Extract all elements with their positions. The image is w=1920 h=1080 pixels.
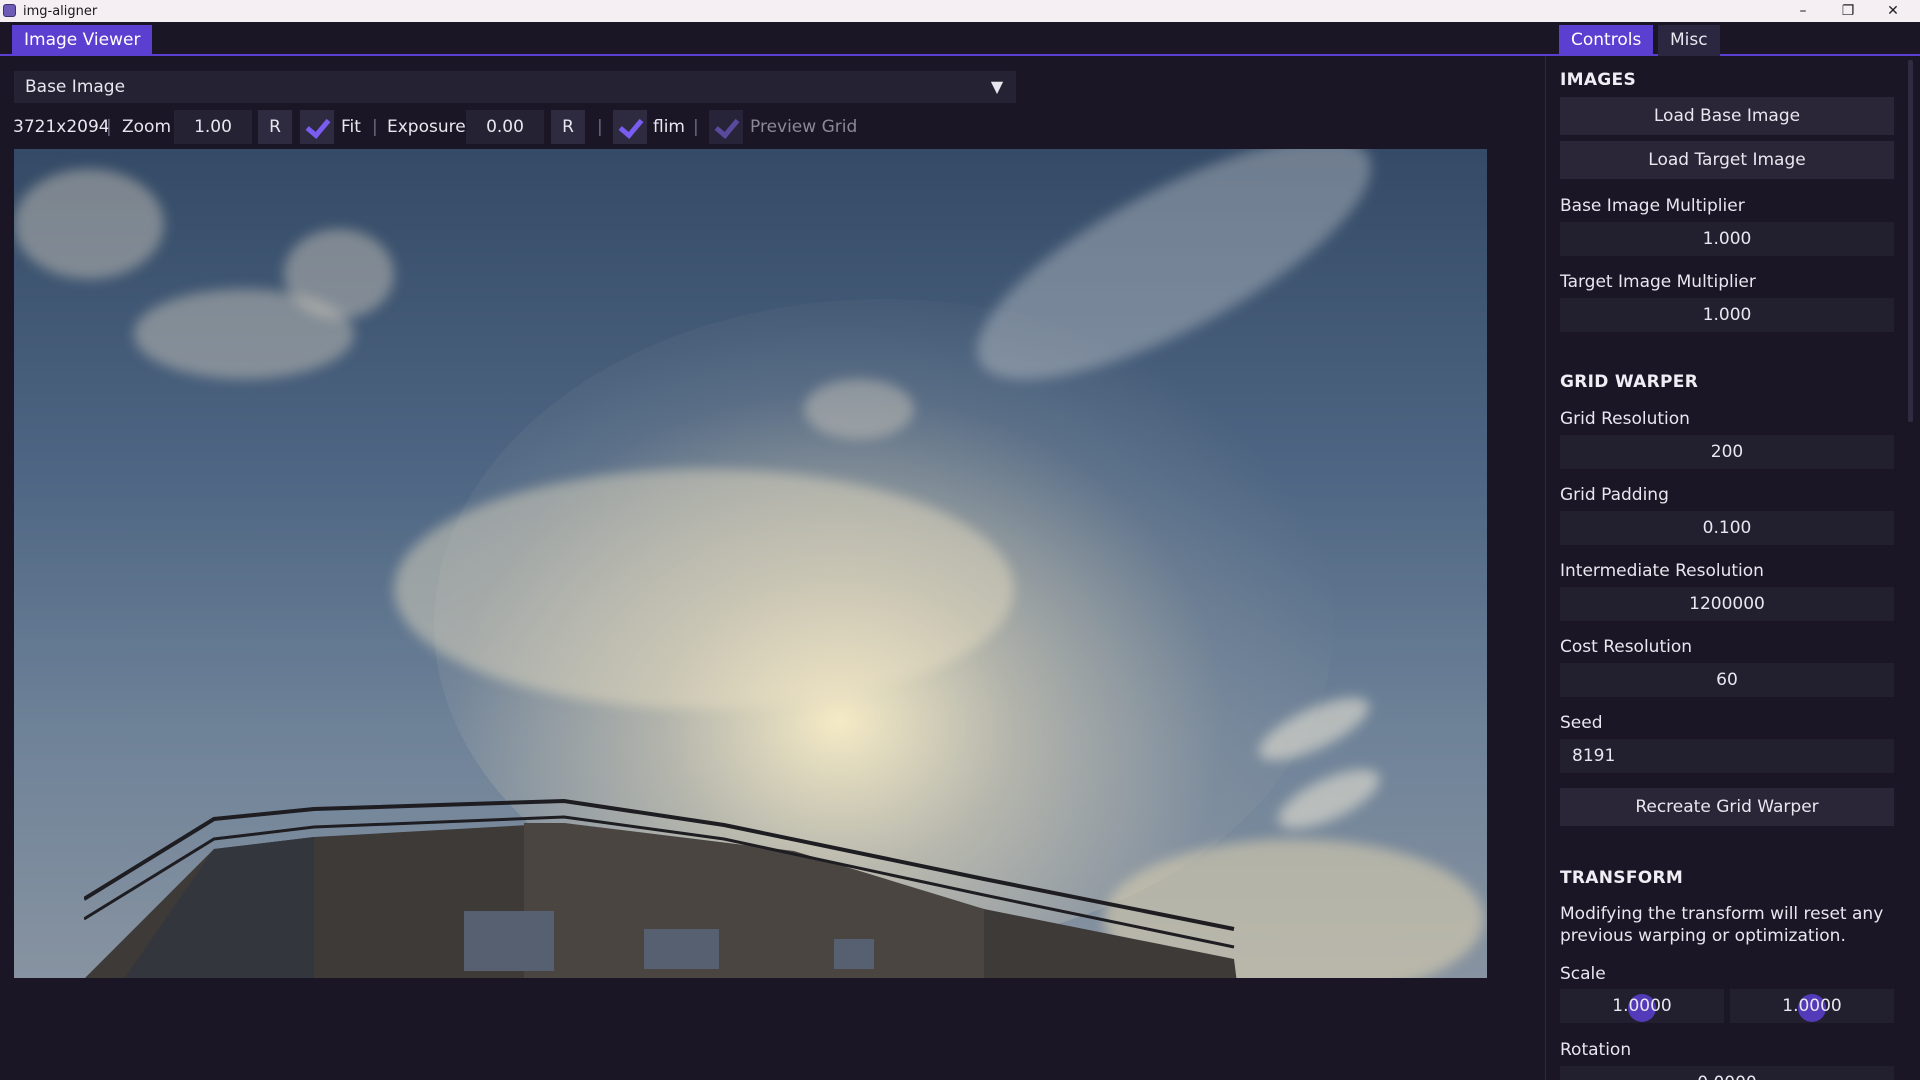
intermediate-resolution-input[interactable]: 1200000: [1560, 587, 1894, 621]
rotation-input[interactable]: 0.0000: [1560, 1066, 1894, 1080]
seed-label: Seed: [1560, 713, 1603, 733]
recreate-grid-warper-button[interactable]: Recreate Grid Warper: [1560, 788, 1894, 826]
viewer-tab-bar: Image Viewer: [0, 22, 1545, 56]
flim-checkbox[interactable]: [613, 110, 647, 144]
image-select-dropdown[interactable]: Base Image ▼: [14, 71, 1016, 103]
grid-resolution-input[interactable]: 200: [1560, 435, 1894, 469]
cloud: [1270, 757, 1388, 841]
tab-image-viewer[interactable]: Image Viewer: [12, 25, 153, 56]
exposure-label: Exposure: [387, 117, 466, 137]
transform-heading: TRANSFORM: [1560, 868, 1684, 888]
preview-grid-checkbox[interactable]: [709, 110, 743, 144]
seed-input[interactable]: 8191: [1560, 739, 1894, 773]
load-target-image-button[interactable]: Load Target Image: [1560, 141, 1894, 179]
cloud: [804, 379, 914, 439]
image-canvas[interactable]: [14, 149, 1487, 978]
scale-x-input[interactable]: 1.0000: [1560, 989, 1724, 1023]
exposure-reset-button[interactable]: R: [551, 110, 585, 144]
grid-warper-heading: GRID WARPER: [1560, 372, 1699, 392]
tab-controls[interactable]: Controls: [1559, 25, 1654, 56]
chevron-down-icon[interactable]: ▼: [986, 71, 1008, 103]
separator: |: [597, 117, 603, 137]
scale-label: Scale: [1560, 964, 1606, 984]
base-multiplier-label: Base Image Multiplier: [1560, 196, 1745, 216]
panel-tab-bar: Controls Misc: [1545, 22, 1920, 56]
viewer-toolbar: 3721x2094 | Zoom 1.00 R Fit | Exposure 0…: [0, 110, 1000, 144]
tab-misc[interactable]: Misc: [1658, 25, 1720, 56]
fit-label: Fit: [341, 117, 361, 137]
checkmark-icon: [305, 113, 331, 139]
window-title-bar: img-aligner – ❐ ✕: [0, 0, 1920, 22]
zoom-input[interactable]: 1.00: [174, 110, 252, 144]
scale-y-input[interactable]: 1.0000: [1730, 989, 1894, 1023]
flim-label: flim: [653, 117, 685, 137]
image-select-value: Base Image: [25, 77, 126, 97]
panel-scrollbar[interactable]: [1908, 60, 1913, 422]
grid-padding-label: Grid Padding: [1560, 485, 1669, 505]
target-multiplier-label: Target Image Multiplier: [1560, 272, 1756, 292]
app-icon: [3, 4, 16, 17]
checkmark-icon: [618, 113, 644, 139]
transform-description: Modifying the transform will reset any p…: [1560, 904, 1884, 946]
scale-x-value: 1.0000: [1612, 996, 1672, 1016]
panel-divider: [1545, 22, 1546, 1080]
minimize-icon[interactable]: –: [1788, 1, 1818, 21]
base-multiplier-input[interactable]: 1.000: [1560, 222, 1894, 256]
intermediate-resolution-label: Intermediate Resolution: [1560, 561, 1764, 581]
separator: |: [693, 117, 699, 137]
images-heading: IMAGES: [1560, 70, 1637, 90]
cloud: [284, 229, 394, 319]
cloud: [14, 169, 164, 279]
preview-grid-label: Preview Grid: [750, 117, 858, 137]
cost-resolution-input[interactable]: 60: [1560, 663, 1894, 697]
load-base-image-button[interactable]: Load Base Image: [1560, 97, 1894, 135]
target-multiplier-input[interactable]: 1.000: [1560, 298, 1894, 332]
zoom-label: Zoom: [122, 117, 172, 137]
cost-resolution-label: Cost Resolution: [1560, 637, 1693, 657]
close-icon[interactable]: ✕: [1878, 1, 1908, 21]
building-silhouette: [84, 798, 1237, 978]
separator: |: [106, 117, 112, 137]
exposure-input[interactable]: 0.00: [466, 110, 544, 144]
rotation-label: Rotation: [1560, 1040, 1632, 1060]
grid-padding-input[interactable]: 0.100: [1560, 511, 1894, 545]
checkmark-icon: [714, 113, 740, 139]
image-dimensions: 3721x2094: [13, 117, 110, 137]
cloud: [394, 469, 1014, 709]
window-title: img-aligner: [23, 4, 98, 19]
fit-checkbox[interactable]: [300, 110, 334, 144]
scale-y-value: 1.0000: [1782, 996, 1842, 1016]
zoom-reset-button[interactable]: R: [258, 110, 292, 144]
separator: |: [372, 117, 378, 137]
restore-icon[interactable]: ❐: [1833, 1, 1863, 21]
grid-resolution-label: Grid Resolution: [1560, 409, 1690, 429]
